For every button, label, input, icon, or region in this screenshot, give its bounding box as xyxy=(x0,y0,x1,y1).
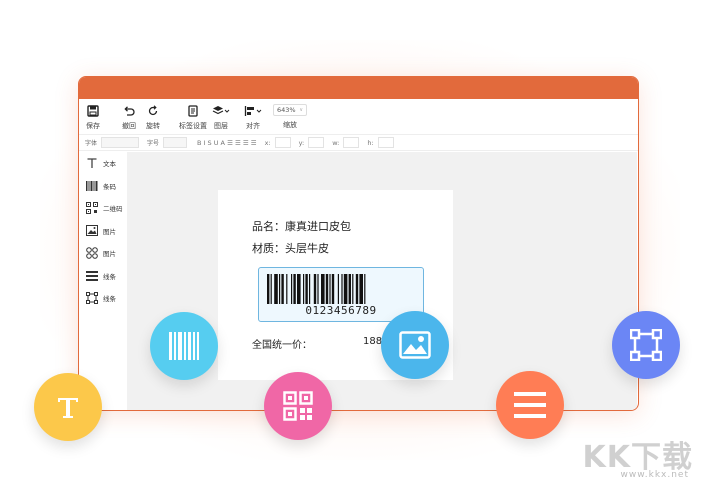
size-label: 字号 xyxy=(147,140,160,147)
w-input[interactable] xyxy=(343,137,360,148)
sidebar-item-label: 二维码 xyxy=(103,205,123,214)
sidebar-item-label: 线条 xyxy=(103,272,116,281)
h-label: h: xyxy=(367,138,374,147)
zoom-value: 643% xyxy=(277,106,296,114)
barcode-feature-circle xyxy=(150,312,218,380)
y-label: y: xyxy=(298,138,305,147)
element-sidebar: 文本 条码 二维码 图片 图片 线条 线条 xyxy=(79,152,127,410)
document-icon xyxy=(187,104,199,118)
sidebar-item-lines[interactable]: 线条 xyxy=(79,265,127,288)
font-select[interactable] xyxy=(101,137,140,148)
save-button[interactable]: 保存 xyxy=(83,104,103,131)
y-input[interactable] xyxy=(308,137,325,148)
sidebar-item-rectangle[interactable]: 线条 xyxy=(79,287,127,310)
zoom-control: 643% ∨ 缩放 xyxy=(273,104,307,130)
rectangle-icon xyxy=(85,291,99,305)
undo-label: 撤回 xyxy=(122,122,136,130)
image-icon xyxy=(399,331,431,359)
chevron-down-icon: ∨ xyxy=(299,107,303,113)
layers-icon xyxy=(212,104,230,118)
sidebar-item-label: 线条 xyxy=(103,295,116,304)
w-label: w: xyxy=(332,138,340,147)
align-button[interactable]: 对齐 xyxy=(243,104,263,131)
sidebar-item-barcode[interactable]: 条码 xyxy=(79,175,127,198)
save-label: 保存 xyxy=(86,122,100,130)
format-bar: 字体 字号 B I S U A ☰ ☰ ☰ ☰ x: y: w: h: xyxy=(79,135,638,151)
align-label: 对齐 xyxy=(246,122,260,130)
sidebar-item-text[interactable]: 文本 xyxy=(79,152,127,175)
qrcode-icon xyxy=(283,391,313,421)
layers-button[interactable]: 图层 xyxy=(211,104,231,131)
rotate-label: 旋转 xyxy=(146,122,160,130)
text-icon xyxy=(85,156,99,170)
x-input[interactable] xyxy=(274,137,291,148)
label-settings-button[interactable]: 标签设置 xyxy=(179,104,207,131)
text-icon xyxy=(58,398,78,418)
align-icon xyxy=(244,104,262,118)
undo-icon xyxy=(123,104,135,118)
layers-label: 图层 xyxy=(214,122,228,130)
sidebar-item-label: 条码 xyxy=(103,182,116,191)
title-bar xyxy=(79,77,638,99)
barcode-icon xyxy=(169,332,199,360)
text-style-buttons[interactable]: B I S U A ☰ ☰ ☰ ☰ xyxy=(197,139,257,147)
rectangle-icon xyxy=(630,329,662,361)
lines-icon xyxy=(85,269,99,283)
sidebar-item-label: 图片 xyxy=(103,227,116,236)
x-label: x: xyxy=(264,138,271,147)
barcode-bars xyxy=(267,274,366,304)
image-feature-circle xyxy=(381,311,449,379)
zoom-label: 缩放 xyxy=(283,121,297,129)
zoom-select[interactable]: 643% ∨ xyxy=(273,104,307,116)
undo-button[interactable]: 撤回 xyxy=(119,104,139,131)
sidebar-item-image[interactable]: 图片 xyxy=(79,220,127,243)
lines-feature-circle xyxy=(496,371,564,439)
product-name-text[interactable]: 品名：康真进口皮包 xyxy=(252,218,351,234)
label-settings-label: 标签设置 xyxy=(179,122,207,130)
shapes-icon xyxy=(85,246,99,260)
size-select[interactable] xyxy=(163,137,188,148)
save-icon xyxy=(87,104,99,118)
rotate-icon xyxy=(147,104,159,118)
qrcode-feature-circle xyxy=(264,372,332,440)
image-icon xyxy=(85,224,99,238)
lines-icon xyxy=(514,392,546,418)
h-input[interactable] xyxy=(377,137,394,148)
price-value[interactable]: 188 xyxy=(363,336,382,347)
rotate-button[interactable]: 旋转 xyxy=(143,104,163,131)
watermark-url: www.kkx.net xyxy=(620,470,689,480)
material-text[interactable]: 材质：头层牛皮 xyxy=(252,240,329,256)
main-toolbar: 保存 撤回 旋转 标签设置 图层 对齐 643% ∨ 缩放 xyxy=(79,99,638,135)
shape-feature-circle xyxy=(612,311,680,379)
qrcode-icon xyxy=(85,201,99,215)
font-label: 字体 xyxy=(85,140,98,147)
sidebar-item-label: 图片 xyxy=(103,250,116,259)
price-label[interactable]: 全国统一价： xyxy=(252,336,312,351)
sidebar-item-label: 文本 xyxy=(103,160,116,169)
sidebar-item-shapes[interactable]: 图片 xyxy=(79,242,127,265)
sidebar-item-qrcode[interactable]: 二维码 xyxy=(79,197,127,220)
barcode-icon xyxy=(85,179,99,193)
text-feature-circle xyxy=(34,373,102,441)
